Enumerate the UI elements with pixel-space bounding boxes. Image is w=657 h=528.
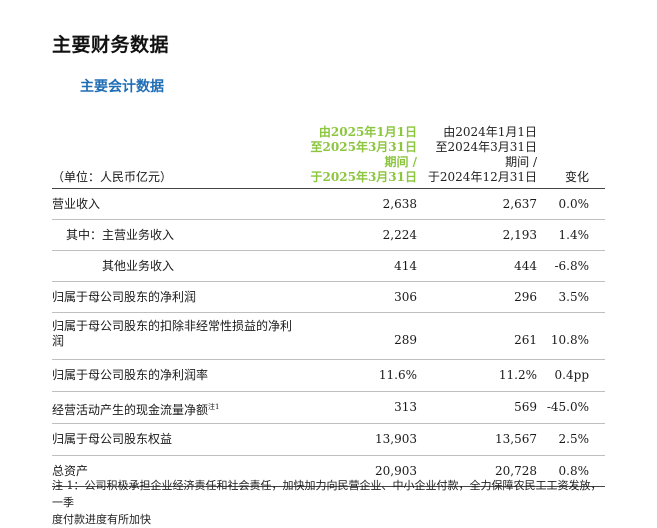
table-row: 归属于母公司股东的净利润 306 296 3.5% [52,282,605,313]
financial-table: （单位：人民币亿元） 由2025年1月1日 至2025年3月31日 期间 / 于… [52,120,605,487]
table-row: 其中：主营业务收入 2,224 2,193 1.4% [52,220,605,251]
table-row: 经营活动产生的现金流量净额注1 313 569 -45.0% [52,392,605,424]
unit-label: （单位：人民币亿元） [52,170,173,184]
header-current-period: 由2025年1月1日 至2025年3月31日 期间 / 于2025年3月31日 [310,125,417,184]
header-prior-period: 由2024年1月1日 至2024年3月31日 期间 / 于2024年12月31日 [427,125,537,184]
footnote-marker: 注1 [208,403,220,411]
header-change: 变化 [564,170,589,184]
table-header: （单位：人民币亿元） 由2025年1月1日 至2025年3月31日 期间 / 于… [52,120,605,189]
footnote: 注 1：公司积极承担企业经济责任和社会责任，加快加力向民营企业、中小企业付款，全… [52,479,602,526]
table-row: 归属于母公司股东的净利润率 11.6% 11.2% 0.4pp [52,360,605,392]
table-row: 营业收入 2,638 2,637 0.0% [52,189,605,220]
table-row: 归属于母公司股东权益 13,903 13,567 2.5% [52,424,605,456]
table-row: 其他业务收入 414 444 -6.8% [52,251,605,282]
section-title: 主要会计数据 [80,79,164,95]
table-row: 归属于母公司股东的扣除非经常性损益的净利 润 289 261 10.8% [52,313,605,360]
page-title: 主要财务数据 [52,34,170,56]
